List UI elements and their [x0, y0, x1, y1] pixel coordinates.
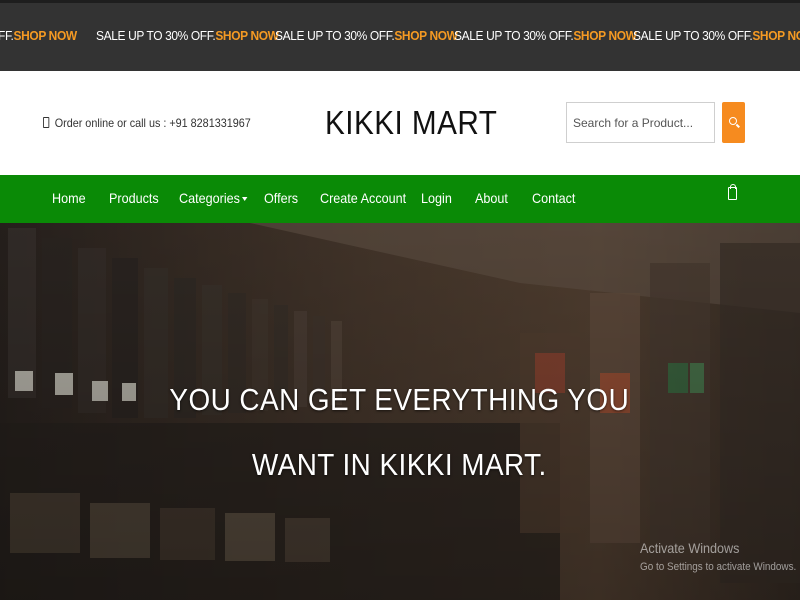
search-icon [729, 117, 737, 125]
sale-ticker: FF.SHOP NOW SALE UP TO 30% OFF.SHOP NOW … [0, 0, 800, 71]
site-header: Order online or call us : +91 8281331967… [0, 71, 800, 175]
shop-now-link[interactable]: SHOP NOW [752, 28, 800, 43]
nav-item-create-account[interactable]: Create Account [320, 190, 406, 206]
shop-now-link[interactable]: SHOP NOW [14, 28, 78, 43]
nav-item-contact[interactable]: Contact [532, 190, 575, 206]
shop-now-link[interactable]: SHOP NOW [394, 28, 458, 43]
watermark-subtitle: Go to Settings to activate Windows. [640, 561, 797, 573]
windows-activation-watermark: Activate Windows Go to Settings to activ… [640, 540, 800, 573]
ticker-item[interactable]: SALE UP TO 30% OFF.SHOP NOW [633, 28, 800, 43]
ticker-sale-text: SALE UP TO 30% OFF. [454, 28, 574, 43]
ticker-sale-text: SALE UP TO 30% OFF. [633, 28, 753, 43]
phone-icon [43, 117, 50, 128]
shop-now-link[interactable]: SHOP NOW [573, 28, 637, 43]
ticker-sale-text: SALE UP TO 30% OFF. [96, 28, 216, 43]
ticker-sale-text: FF. [0, 28, 14, 43]
ticker-item[interactable]: SALE UP TO 30% OFF.SHOP NOW [96, 28, 279, 43]
nav-item-categories[interactable]: Categories [179, 190, 248, 206]
site-logo[interactable]: KIKKI MART [325, 104, 497, 142]
main-nav: Home Products Categories Offers Create A… [0, 175, 800, 223]
shopping-bag-icon[interactable] [728, 184, 737, 200]
watermark-title: Activate Windows [640, 540, 740, 556]
ticker-item[interactable]: SALE UP TO 30% OFF.SHOP NOW [275, 28, 458, 43]
nav-item-offers[interactable]: Offers [264, 190, 298, 206]
ticker-item[interactable]: FF.SHOP NOW [0, 28, 77, 43]
hero-headline-line2: WANT IN KIKKI MART. [251, 447, 547, 482]
search-input[interactable] [566, 102, 715, 143]
ticker-sale-text: SALE UP TO 30% OFF. [275, 28, 395, 43]
caret-down-icon [241, 197, 248, 201]
nav-item-home[interactable]: Home [52, 190, 86, 206]
hero-headline-line1: YOU CAN GET EVERYTHING YOU [169, 382, 630, 417]
nav-item-categories-label: Categories [179, 190, 240, 206]
ticker-item[interactable]: SALE UP TO 30% OFF.SHOP NOW [454, 28, 637, 43]
nav-item-products[interactable]: Products [109, 190, 159, 206]
search-button[interactable] [722, 102, 745, 143]
shop-now-link[interactable]: SHOP NOW [215, 28, 279, 43]
contact-info: Order online or call us : +91 8281331967 [43, 116, 251, 130]
nav-item-about[interactable]: About [475, 190, 508, 206]
nav-item-login[interactable]: Login [421, 190, 452, 206]
contact-text: Order online or call us : +91 8281331967 [54, 116, 251, 130]
